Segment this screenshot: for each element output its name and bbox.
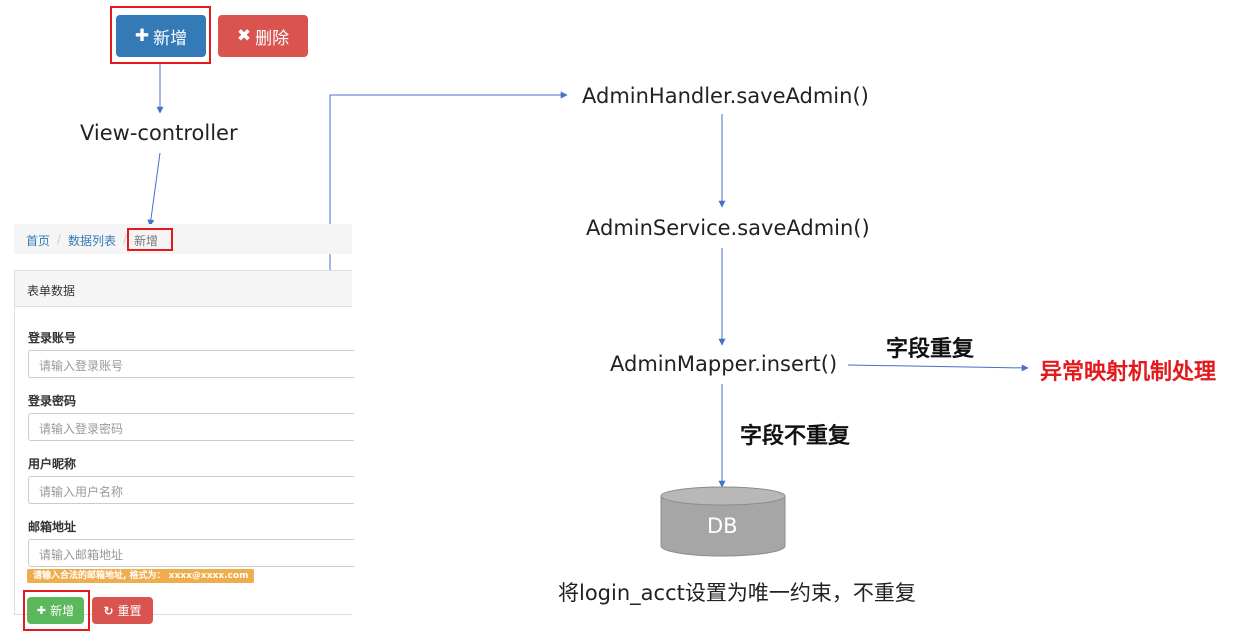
top-add-button-label: 新增 <box>153 28 188 49</box>
view-controller-node: View-controller <box>80 121 238 145</box>
email-placeholder: 请输入邮箱地址 <box>39 548 124 562</box>
top-delete-button-label: 删除 <box>255 28 290 49</box>
password-input[interactable]: 请输入登录密码 <box>28 413 354 441</box>
email-input[interactable]: 请输入邮箱地址 <box>28 539 354 567</box>
db-label: DB <box>707 514 738 538</box>
duplicate-field-label: 字段重复 <box>886 337 975 362</box>
x-icon: ✖ <box>236 26 252 46</box>
email-format-hint: 请输入合法的邮箱地址, 格式为： xxxx@xxxx.com <box>27 569 255 583</box>
breadcrumb-sep: / <box>57 232 62 246</box>
breadcrumb-home[interactable]: 首页 <box>26 232 50 249</box>
submit-button-highlight <box>23 590 90 631</box>
service-node: AdminService.saveAdmin() <box>586 216 870 240</box>
handler-node: AdminHandler.saveAdmin() <box>582 84 869 108</box>
arrow-mapper-to-exception <box>847 364 1029 372</box>
top-add-button[interactable]: ✚ 新增 <box>116 15 206 57</box>
exception-mapping-label: 异常映射机制处理 <box>1040 360 1217 385</box>
nickname-input[interactable]: 请输入用户名称 <box>28 476 354 504</box>
refresh-icon: ↻ <box>103 603 114 618</box>
breadcrumb: 首页 / 数据列表 / 新增 <box>14 224 352 254</box>
nickname-placeholder: 请输入用户名称 <box>39 485 124 499</box>
breadcrumb-list[interactable]: 数据列表 <box>68 232 116 249</box>
password-placeholder: 请输入登录密码 <box>39 422 124 436</box>
form-reset-button[interactable]: ↻ 重置 <box>92 597 153 624</box>
no-duplicate-field-label: 字段不重复 <box>740 424 851 449</box>
arrow-viewcontroller-to-form <box>147 152 161 227</box>
plus-icon: ✚ <box>134 26 150 46</box>
field-label-password: 登录密码 <box>28 394 77 408</box>
panel-heading: 表单数据 <box>15 271 352 307</box>
field-label-account: 登录账号 <box>28 331 77 345</box>
top-delete-button[interactable]: ✖ 删除 <box>218 15 308 57</box>
account-input[interactable]: 请输入登录账号 <box>28 350 354 378</box>
constraint-note: 将login_acct设置为唯一约束，不重复 <box>558 581 916 605</box>
field-label-nickname: 用户昵称 <box>28 457 77 471</box>
form-panel: 表单数据 登录账号 请输入登录账号 登录密码 请输入登录密码 用户昵称 请输入用… <box>14 270 354 624</box>
panel-title: 表单数据 <box>27 284 76 298</box>
form-reset-label: 重置 <box>117 604 142 618</box>
mapper-node: AdminMapper.insert() <box>610 352 838 376</box>
field-label-email: 邮箱地址 <box>28 520 77 534</box>
breadcrumb-current-highlight <box>127 228 173 251</box>
account-placeholder: 请输入登录账号 <box>39 359 124 373</box>
